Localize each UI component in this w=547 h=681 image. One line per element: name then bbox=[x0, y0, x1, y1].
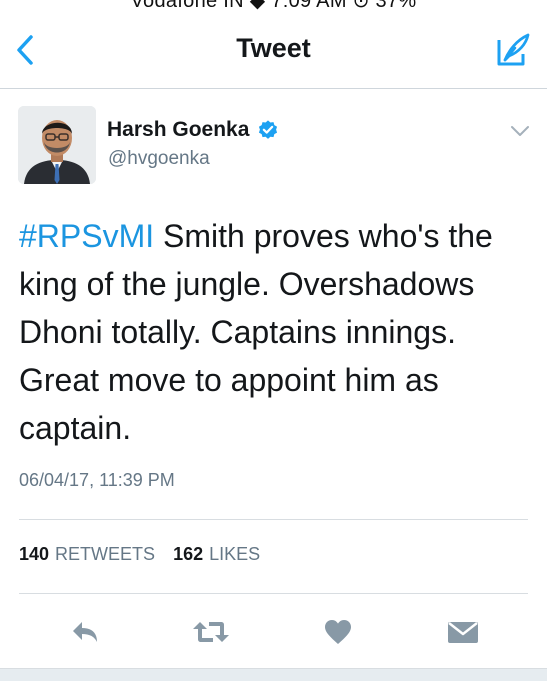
tweet-timestamp: 06/04/17, 11:39 PM bbox=[19, 470, 175, 490]
author-name[interactable]: Harsh Goenka bbox=[107, 118, 279, 142]
tweet-actions bbox=[0, 610, 547, 654]
navigation-bar: Tweet bbox=[0, 10, 547, 89]
hashtag-link[interactable]: #RPSvMI bbox=[19, 218, 154, 254]
bottom-bar-edge bbox=[0, 668, 547, 681]
retweets-label: RETWEETS bbox=[55, 544, 156, 564]
divider bbox=[19, 519, 528, 520]
user-avatar-icon bbox=[18, 106, 96, 184]
reply-icon bbox=[73, 622, 97, 642]
heart-icon bbox=[325, 620, 351, 644]
verified-badge-icon bbox=[259, 120, 278, 139]
envelope-icon bbox=[448, 622, 478, 643]
tweet-header: Harsh Goenka @hvgoenka bbox=[0, 100, 547, 190]
tweet-stats: 140 RETWEETS 162 LIKES bbox=[19, 544, 260, 565]
compose-quill-icon bbox=[497, 33, 530, 66]
author-name-text: Harsh Goenka bbox=[107, 118, 250, 141]
retweets-stat[interactable]: 140 RETWEETS bbox=[19, 544, 155, 565]
status-bar-text: Vodafone IN ◆ 7:09 AM ⊙ 37% bbox=[0, 0, 547, 10]
likes-stat[interactable]: 162 LIKES bbox=[173, 544, 260, 565]
retweets-count: 140 bbox=[19, 544, 50, 564]
compose-button[interactable] bbox=[493, 30, 533, 70]
likes-label: LIKES bbox=[209, 544, 261, 564]
avatar[interactable] bbox=[18, 106, 96, 184]
tweet-text: #RPSvMI Smith proves who's the king of t… bbox=[19, 212, 529, 452]
chevron-down-icon bbox=[511, 126, 529, 136]
divider bbox=[19, 593, 528, 594]
retweet-icon bbox=[193, 622, 229, 642]
likes-count: 162 bbox=[173, 544, 204, 564]
direct-message-button[interactable] bbox=[441, 610, 485, 654]
tweet-options-button[interactable] bbox=[507, 118, 533, 144]
retweet-button[interactable] bbox=[189, 610, 233, 654]
author-handle[interactable]: @hvgoenka bbox=[108, 148, 210, 170]
page-title: Tweet bbox=[236, 33, 311, 63]
like-button[interactable] bbox=[316, 610, 360, 654]
status-bar: Vodafone IN ◆ 7:09 AM ⊙ 37% bbox=[0, 0, 547, 10]
reply-button[interactable] bbox=[63, 610, 107, 654]
